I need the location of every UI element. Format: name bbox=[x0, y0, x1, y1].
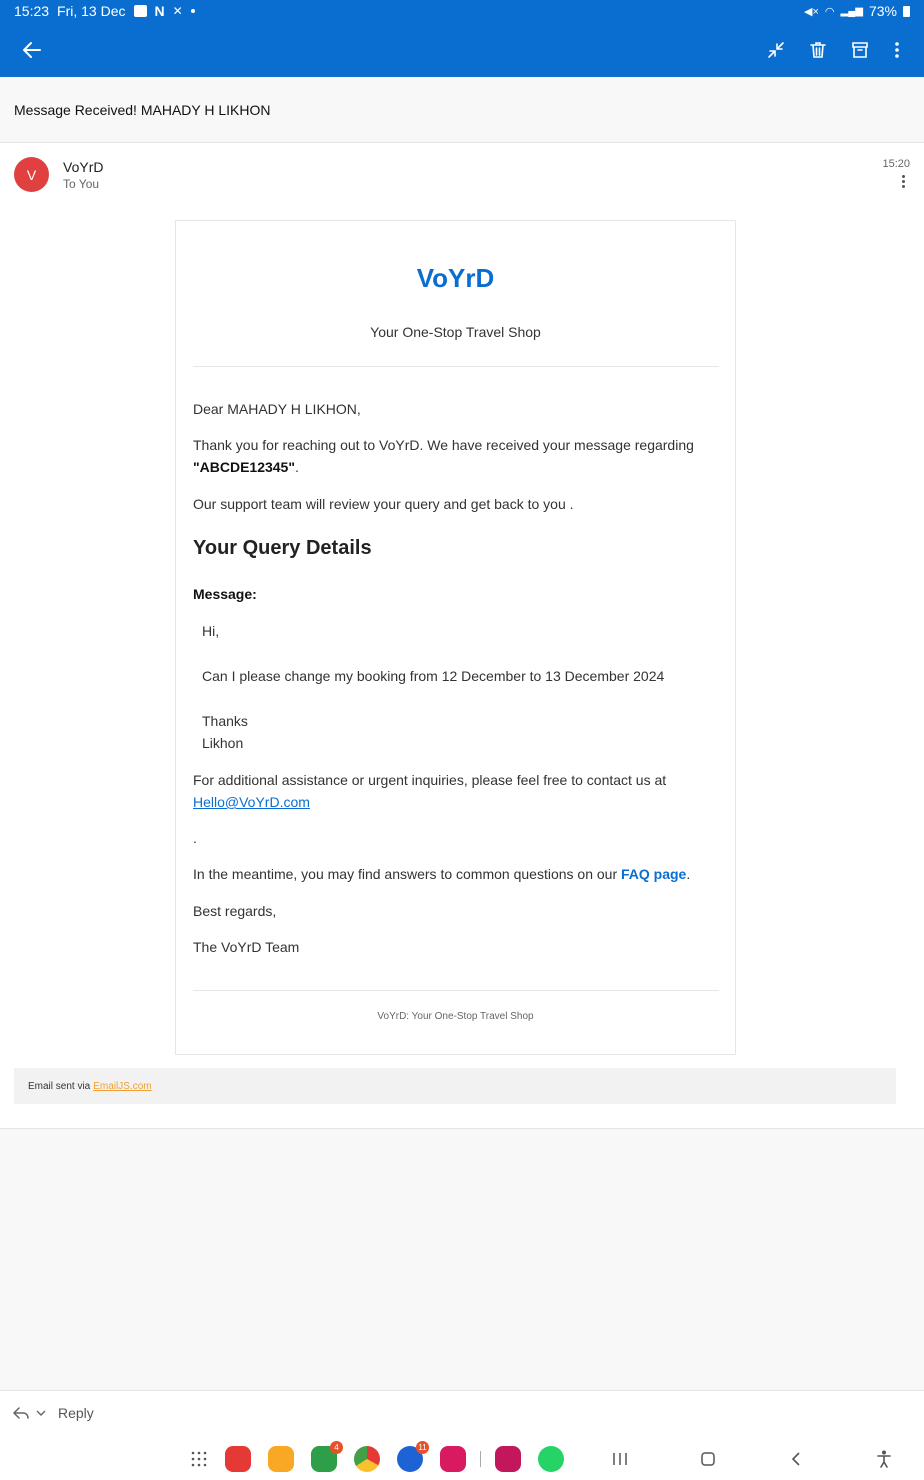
message-line-3: Thanks bbox=[202, 713, 248, 729]
reply-bar: Reply bbox=[0, 1390, 924, 1438]
recipient-label: To You bbox=[63, 177, 100, 191]
faq-text: In the meantime, you may find answers to… bbox=[193, 866, 618, 882]
regards: Best regards, bbox=[193, 903, 277, 919]
more-notifications-icon bbox=[190, 9, 195, 13]
message-line-2: Can I please change my booking from 12 D… bbox=[202, 668, 665, 684]
thanks-text: Thank you for reaching out to VoYrD. We … bbox=[193, 437, 694, 453]
battery-level: 73% bbox=[868, 3, 897, 19]
collapse-button[interactable] bbox=[756, 22, 796, 77]
netflix-notification-icon: N bbox=[154, 3, 165, 19]
divider bbox=[193, 990, 719, 991]
faq-suffix: . bbox=[686, 866, 691, 882]
avatar[interactable]: V bbox=[14, 157, 49, 192]
chevron-down-icon[interactable] bbox=[36, 1409, 46, 1417]
more-dot bbox=[901, 180, 905, 183]
battery-icon bbox=[903, 5, 910, 17]
faq-paragraph: In the meantime, you may find answers to… bbox=[193, 863, 713, 885]
empty-area bbox=[0, 1128, 924, 1390]
notes-app-icon[interactable] bbox=[225, 1446, 251, 1472]
signal-icon: ▂▄▆ bbox=[840, 5, 863, 17]
more-dot bbox=[901, 175, 905, 178]
archive-button[interactable] bbox=[840, 22, 880, 77]
message-more-button[interactable] bbox=[900, 175, 906, 191]
chevron-left-icon bbox=[791, 1452, 800, 1466]
delete-button[interactable] bbox=[798, 22, 838, 77]
review-text: Our support team will review your query … bbox=[193, 496, 574, 512]
status-time: 15:23 bbox=[14, 3, 50, 19]
faq-link[interactable]: FAQ page bbox=[621, 866, 686, 882]
dot-line: . bbox=[193, 830, 197, 846]
brand-logo: VoYrD bbox=[416, 263, 495, 293]
more-button[interactable] bbox=[877, 22, 917, 77]
query-details-heading: Your Query Details bbox=[193, 537, 372, 559]
wifi-icon: ◠ bbox=[824, 5, 835, 18]
messages-badge: 11 bbox=[416, 1441, 429, 1454]
reference-code: "ABCDE12345" bbox=[193, 459, 295, 475]
home-icon bbox=[701, 1452, 715, 1466]
status-date: Fri, 13 Dec bbox=[57, 3, 126, 19]
status-bar: 15:23 Fri, 13 Dec N ✕ ◀× ◠ ▂▄▆ 73% bbox=[0, 0, 924, 22]
divider bbox=[193, 366, 719, 367]
files-app-icon[interactable] bbox=[268, 1446, 294, 1472]
accessibility-button[interactable] bbox=[871, 1446, 897, 1472]
assistance-text: For additional assistance or urgent inqu… bbox=[193, 772, 667, 788]
flower-app-icon[interactable] bbox=[495, 1446, 521, 1472]
dock-divider bbox=[480, 1451, 481, 1467]
more-dot bbox=[901, 185, 905, 188]
apps-grid-icon bbox=[191, 1451, 207, 1467]
gallery-notification-icon bbox=[133, 5, 147, 17]
assistance-paragraph: For additional assistance or urgent inqu… bbox=[193, 769, 713, 813]
sender-name: VoYrD bbox=[63, 159, 104, 175]
recent-apps-icon bbox=[613, 1453, 627, 1465]
email-body-card: VoYrD Your One-Stop Travel Shop Dear MAH… bbox=[175, 220, 736, 1055]
reference-end: . bbox=[295, 459, 299, 475]
reply-icon bbox=[12, 1407, 29, 1419]
message-line-4: Likhon bbox=[202, 735, 244, 751]
camera-app-icon[interactable] bbox=[440, 1446, 466, 1472]
received-time: 15:20 bbox=[882, 158, 910, 170]
collapse-icon bbox=[768, 41, 784, 58]
sent-via-note: Email sent via EmailJS.com bbox=[14, 1068, 896, 1104]
recent-apps-button[interactable] bbox=[607, 1446, 633, 1472]
emailjs-link[interactable]: EmailJS.com bbox=[93, 1081, 151, 1092]
brand-tagline: Your One-Stop Travel Shop bbox=[370, 324, 541, 340]
phone-app-icon[interactable]: 4 bbox=[311, 1441, 343, 1472]
email-footer: VoYrD: Your One-Stop Travel Shop bbox=[377, 1011, 534, 1022]
more-vertical-icon bbox=[895, 41, 899, 58]
message-line-1: Hi, bbox=[202, 623, 220, 639]
whatsapp-app-icon[interactable] bbox=[538, 1446, 564, 1472]
messages-app-icon[interactable]: 11 bbox=[397, 1441, 429, 1472]
nav-back-button[interactable] bbox=[783, 1446, 809, 1472]
app-bar bbox=[0, 22, 924, 77]
accessibility-icon bbox=[877, 1450, 891, 1468]
reply-label: Reply bbox=[58, 1405, 94, 1421]
apps-grid-button[interactable] bbox=[186, 1446, 212, 1472]
arrow-left-icon bbox=[23, 41, 41, 58]
reply-button[interactable]: Reply bbox=[12, 1405, 94, 1421]
phone-badge: 4 bbox=[330, 1441, 343, 1454]
archive-icon bbox=[852, 41, 868, 58]
message-label: Message: bbox=[193, 586, 257, 602]
mute-icon: ◀× bbox=[804, 5, 819, 18]
email-subject: Message Received! MAHADY H LIKHON bbox=[0, 77, 924, 143]
thanks-paragraph: Thank you for reaching out to VoYrD. We … bbox=[193, 434, 713, 478]
back-button[interactable] bbox=[12, 22, 52, 77]
contact-email-link[interactable]: Hello@VoYrD.com bbox=[193, 794, 310, 810]
missed-call-icon: ✕ bbox=[172, 4, 183, 18]
navigation-bar: 4 11 bbox=[0, 1438, 924, 1480]
greeting: Dear MAHADY H LIKHON, bbox=[193, 401, 361, 417]
sent-via-text: Email sent via bbox=[28, 1080, 91, 1092]
home-button[interactable] bbox=[695, 1446, 721, 1472]
chrome-app-icon[interactable] bbox=[354, 1446, 380, 1472]
sender-header[interactable]: V VoYrD To You 15:20 bbox=[0, 143, 924, 213]
signature: The VoYrD Team bbox=[193, 939, 300, 955]
trash-icon bbox=[810, 41, 826, 58]
